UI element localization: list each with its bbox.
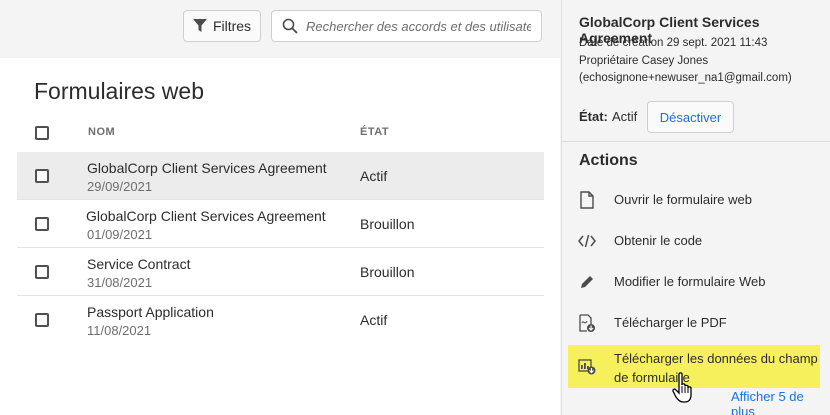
row-state: Brouillon [360,216,415,232]
row-checkbox[interactable] [35,265,49,279]
status-value: Actif [612,109,638,124]
row-checkbox[interactable] [35,217,49,231]
row-state: Actif [360,312,388,328]
owner-email: (echosignone+newuser_na1@gmail.com) [579,72,792,84]
show-more-link[interactable]: Afficher 5 de plus [731,389,830,415]
action-label: Obtenir le code [614,233,703,248]
document-icon [580,191,594,209]
owner: Propriétaire Casey Jones [579,55,709,67]
page-title: Formulaires web [34,78,204,104]
action-download-pdf[interactable]: Télécharger le PDF [562,306,830,342]
select-all-checkbox[interactable] [35,126,49,140]
table-row[interactable]: GlobalCorp Client Services Agreement 29/… [17,152,544,200]
table-row[interactable]: Passport Application 11/08/2021 Actif [17,296,544,344]
action-label: Télécharger les données du champ de form… [614,351,818,385]
row-state: Actif [360,168,388,184]
pdf-download-icon [579,314,595,332]
action-label: Modifier le formulaire Web [614,274,766,289]
action-label: Ouvrir le formulaire web [614,192,752,207]
search-input[interactable] [306,18,531,34]
row-name: Service Contract [87,256,191,272]
row-state: Brouillon [360,264,415,280]
row-checkbox[interactable] [35,313,49,327]
column-header-state[interactable]: ÉTAT [360,126,389,138]
code-icon [578,234,596,248]
row-date: 01/09/2021 [87,227,153,242]
web-forms-panel: Formulaires web NOM ÉTAT GlobalCorp Clie… [0,58,560,415]
row-name: GlobalCorp Client Services Agreement [86,208,326,224]
creation-date: Date de création 29 sept. 2021 11:43 [579,37,768,49]
row-name: GlobalCorp Client Services Agreement [87,160,327,176]
actions-heading: Actions [579,152,638,169]
row-name: Passport Application [87,304,214,320]
search-icon [282,18,298,34]
action-label: Télécharger le PDF [614,315,727,330]
toolbar: Filtres [0,0,560,52]
filter-icon [192,19,207,32]
action-open-web-form[interactable]: Ouvrir le formulaire web [562,183,830,219]
table-row[interactable]: GlobalCorp Client Services Agreement 01/… [17,200,544,248]
action-edit-web-form[interactable]: Modifier le formulaire Web [562,265,830,301]
column-header-name[interactable]: NOM [88,126,115,138]
row-checkbox[interactable] [35,169,49,183]
filter-button[interactable]: Filtres [183,10,261,42]
row-date: 11/08/2021 [87,323,152,338]
data-download-icon [578,359,596,375]
filter-label: Filtres [212,18,252,34]
action-get-code[interactable]: Obtenir le code [562,224,830,260]
deactivate-button[interactable]: Désactiver [647,101,734,133]
row-date: 31/08/2021 [87,275,153,290]
status-label: État: [579,109,608,124]
divider [562,141,830,142]
search-box[interactable] [271,10,542,42]
details-panel: GlobalCorp Client Services Agreement Dat… [561,0,830,415]
hand-pointer-cursor-icon [672,372,692,403]
table-row[interactable]: Service Contract 31/08/2021 Brouillon [17,248,544,296]
pencil-icon [581,276,593,288]
row-date: 29/09/2021 [87,179,153,194]
main-area: Filtres Formulaires web NOM ÉTAT GlobalC… [0,0,560,415]
